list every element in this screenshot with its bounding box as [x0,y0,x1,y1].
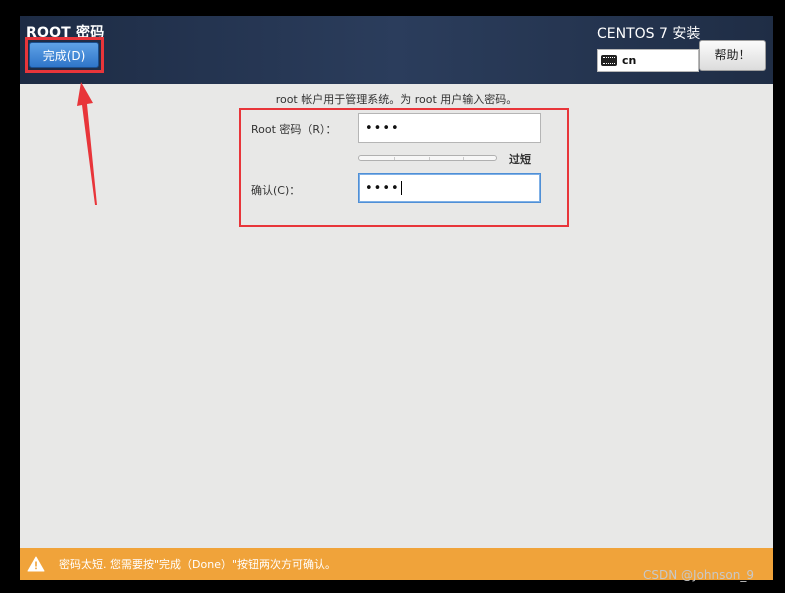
confirm-label: 确认(C)： [251,184,301,197]
keyboard-icon [601,55,617,66]
password-strength-label: 过短 [509,153,531,166]
product-title: CENTOS 7 安装 [597,26,701,42]
password-field[interactable]: •••• [358,113,541,143]
help-button[interactable]: 帮助！ [699,40,766,71]
warning-text: 密码太短. 您需要按"完成（Done）"按钮两次方可确认。 [59,558,337,571]
password-label: Root 密码（R）： [251,123,337,136]
password-strength-bar [358,155,497,161]
info-text: root 帐户用于管理系统。为 root 用户输入密码。 [275,93,518,106]
keyboard-layout-indicator[interactable]: cn [597,49,699,72]
confirm-password-field[interactable]: •••• [358,173,541,203]
text-cursor [400,181,402,195]
installer-window: ROOT 密码 完成(D) CENTOS 7 安装 cn 帮助！ root 帐户… [20,16,773,580]
done-highlight-box [25,37,104,73]
warning-icon [27,556,45,572]
password-value: •••• [365,120,400,136]
confirm-value: •••• [365,180,400,196]
watermark: CSDN @Johnson_9 [643,568,754,582]
keyboard-layout-label: cn [622,54,637,67]
header-bar: ROOT 密码 完成(D) CENTOS 7 安装 cn 帮助！ [20,16,773,84]
